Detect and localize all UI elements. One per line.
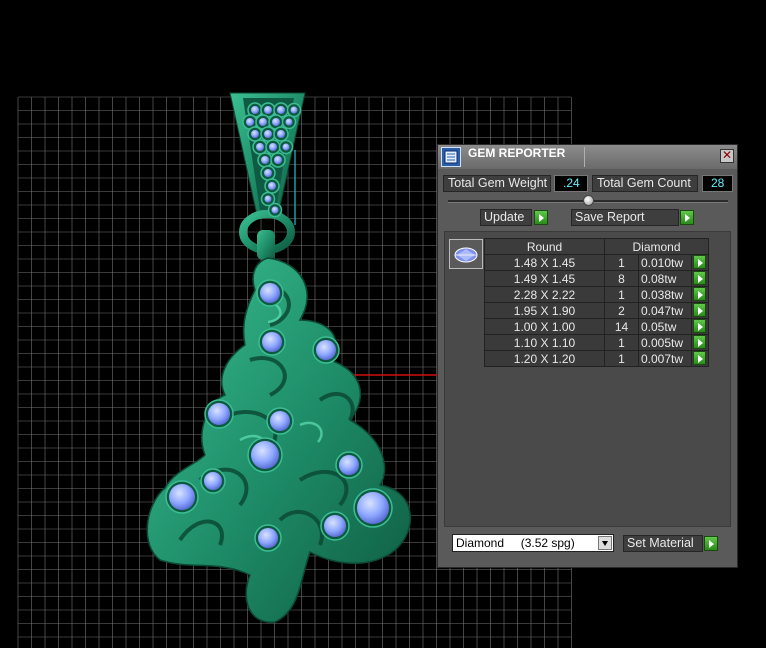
gem-stone: [286, 102, 302, 118]
gem-stone: [320, 511, 350, 541]
gem-stone: [353, 488, 393, 528]
row-action-cell: [691, 350, 709, 367]
material-select-value: Diamond (3.52 spg): [456, 536, 575, 550]
gem-weight-cell: 0.05tw: [638, 318, 692, 335]
gem-stone: [260, 165, 276, 181]
gem-size-cell: 1.10 X 1.10: [484, 334, 605, 351]
gem-stone: [335, 451, 363, 479]
gem-stone: [258, 328, 286, 356]
title-bar[interactable]: GEM REPORTER ✕: [438, 145, 737, 169]
total-gem-count-value: 28: [702, 175, 733, 192]
total-gem-weight-label: Total Gem Weight: [443, 175, 551, 192]
gem-quantity-cell: 2: [604, 302, 639, 319]
row-go-button[interactable]: [693, 319, 706, 333]
gem-stone: [273, 126, 289, 142]
gem-stone: [204, 399, 234, 429]
save-report-go-button[interactable]: [680, 210, 694, 225]
gem-weight-cell: 0.038tw: [638, 286, 692, 303]
gem-quantity-cell: 8: [604, 270, 639, 287]
row-action-cell: [691, 318, 709, 335]
pendant-body: [146, 257, 411, 623]
gem-weight-cell: 0.005tw: [638, 334, 692, 351]
gem-stone: [256, 279, 284, 307]
set-material-go-button[interactable]: [704, 536, 718, 551]
title-divider: [584, 147, 585, 167]
gem-stone: [260, 126, 276, 142]
gem-weight-cell: 0.010tw: [638, 254, 692, 271]
save-report-button[interactable]: Save Report: [571, 209, 679, 226]
gem-stone: [252, 139, 268, 155]
gem-stone: [200, 468, 226, 494]
update-button-label: Update: [484, 210, 525, 224]
gem-quantity-cell: 1: [604, 334, 639, 351]
table-row: 1.20 X 1.20 1 0.007tw: [484, 350, 709, 367]
row-go-button[interactable]: [693, 255, 706, 269]
gem-weight-cell: 0.047tw: [638, 302, 692, 319]
row-action-cell: [691, 302, 709, 319]
close-icon[interactable]: ✕: [720, 149, 734, 163]
table-row: 1.95 X 1.90 2 0.047tw: [484, 302, 709, 319]
gem-size-cell: 1.49 X 1.45: [484, 270, 605, 287]
gem-quantity-cell: 1: [604, 286, 639, 303]
material-select[interactable]: Diamond (3.52 spg): [452, 534, 614, 552]
gem-size-cell: 2.28 X 2.22: [484, 286, 605, 303]
gem-stone: [270, 152, 286, 168]
gem-stone: [247, 437, 283, 473]
row-go-button[interactable]: [693, 287, 706, 301]
gem-reporter-panel: GEM REPORTER ✕ Total Gem Weight .24 Tota…: [437, 144, 738, 568]
gem-quantity-cell: 14: [604, 318, 639, 335]
table-row: 1.48 X 1.45 1 0.010tw: [484, 254, 709, 271]
set-material-button[interactable]: Set Material: [623, 535, 703, 552]
total-gem-count-label: Total Gem Count: [592, 175, 698, 192]
gem-weight-cell: 0.08tw: [638, 270, 692, 287]
gem-stone: [278, 139, 294, 155]
gem-stone: [266, 407, 294, 435]
gem-stone: [257, 152, 273, 168]
gem-weight-cell: 0.007tw: [638, 350, 692, 367]
row-go-button[interactable]: [693, 335, 706, 349]
column-header-material[interactable]: Diamond: [604, 238, 709, 255]
gem-size-cell: 1.95 X 1.90: [484, 302, 605, 319]
row-go-button[interactable]: [693, 303, 706, 317]
gem-stone: [247, 126, 263, 142]
row-action-cell: [691, 270, 709, 287]
row-action-cell: [691, 254, 709, 271]
column-header-shape[interactable]: Round: [484, 238, 605, 255]
panel-title: GEM REPORTER: [468, 146, 566, 160]
chevron-down-icon[interactable]: [598, 536, 612, 550]
save-report-button-label: Save Report: [575, 210, 645, 224]
table-row: 1.00 X 1.00 14 0.05tw: [484, 318, 709, 335]
update-go-button[interactable]: [534, 210, 548, 225]
set-material-button-label: Set Material: [627, 536, 694, 550]
gem-table: Round Diamond 1.48 X 1.45 1 0.010tw 1.49 X …: [484, 238, 709, 367]
row-go-button[interactable]: [693, 271, 706, 285]
gem-stone: [265, 139, 281, 155]
table-row: 1.49 X 1.45 8 0.08tw: [484, 270, 709, 287]
gem-stone: [264, 178, 280, 194]
gem-stone: [281, 114, 297, 130]
gem-quantity-cell: 1: [604, 254, 639, 271]
table-row: 1.10 X 1.10 1 0.005tw: [484, 334, 709, 351]
gem-stone: [312, 336, 340, 364]
gem-size-cell: 1.48 X 1.45: [484, 254, 605, 271]
gem-size-cell: 1.00 X 1.00: [484, 318, 605, 335]
row-action-cell: [691, 334, 709, 351]
gem-size-cell: 1.20 X 1.20: [484, 350, 605, 367]
gem-stone: [165, 480, 199, 514]
gem-quantity-cell: 1: [604, 350, 639, 367]
gem-reporter-icon: [441, 147, 461, 167]
total-gem-weight-value: .24: [554, 175, 588, 192]
gem-stone: [254, 524, 282, 552]
gem-stone: [267, 202, 283, 218]
row-go-button[interactable]: [693, 351, 706, 365]
row-action-cell: [691, 286, 709, 303]
update-button[interactable]: Update: [480, 209, 532, 226]
slider-knob[interactable]: [583, 195, 594, 206]
table-row: 2.28 X 2.22 1 0.038tw: [484, 286, 709, 303]
gem-thumbnail[interactable]: [449, 239, 483, 269]
